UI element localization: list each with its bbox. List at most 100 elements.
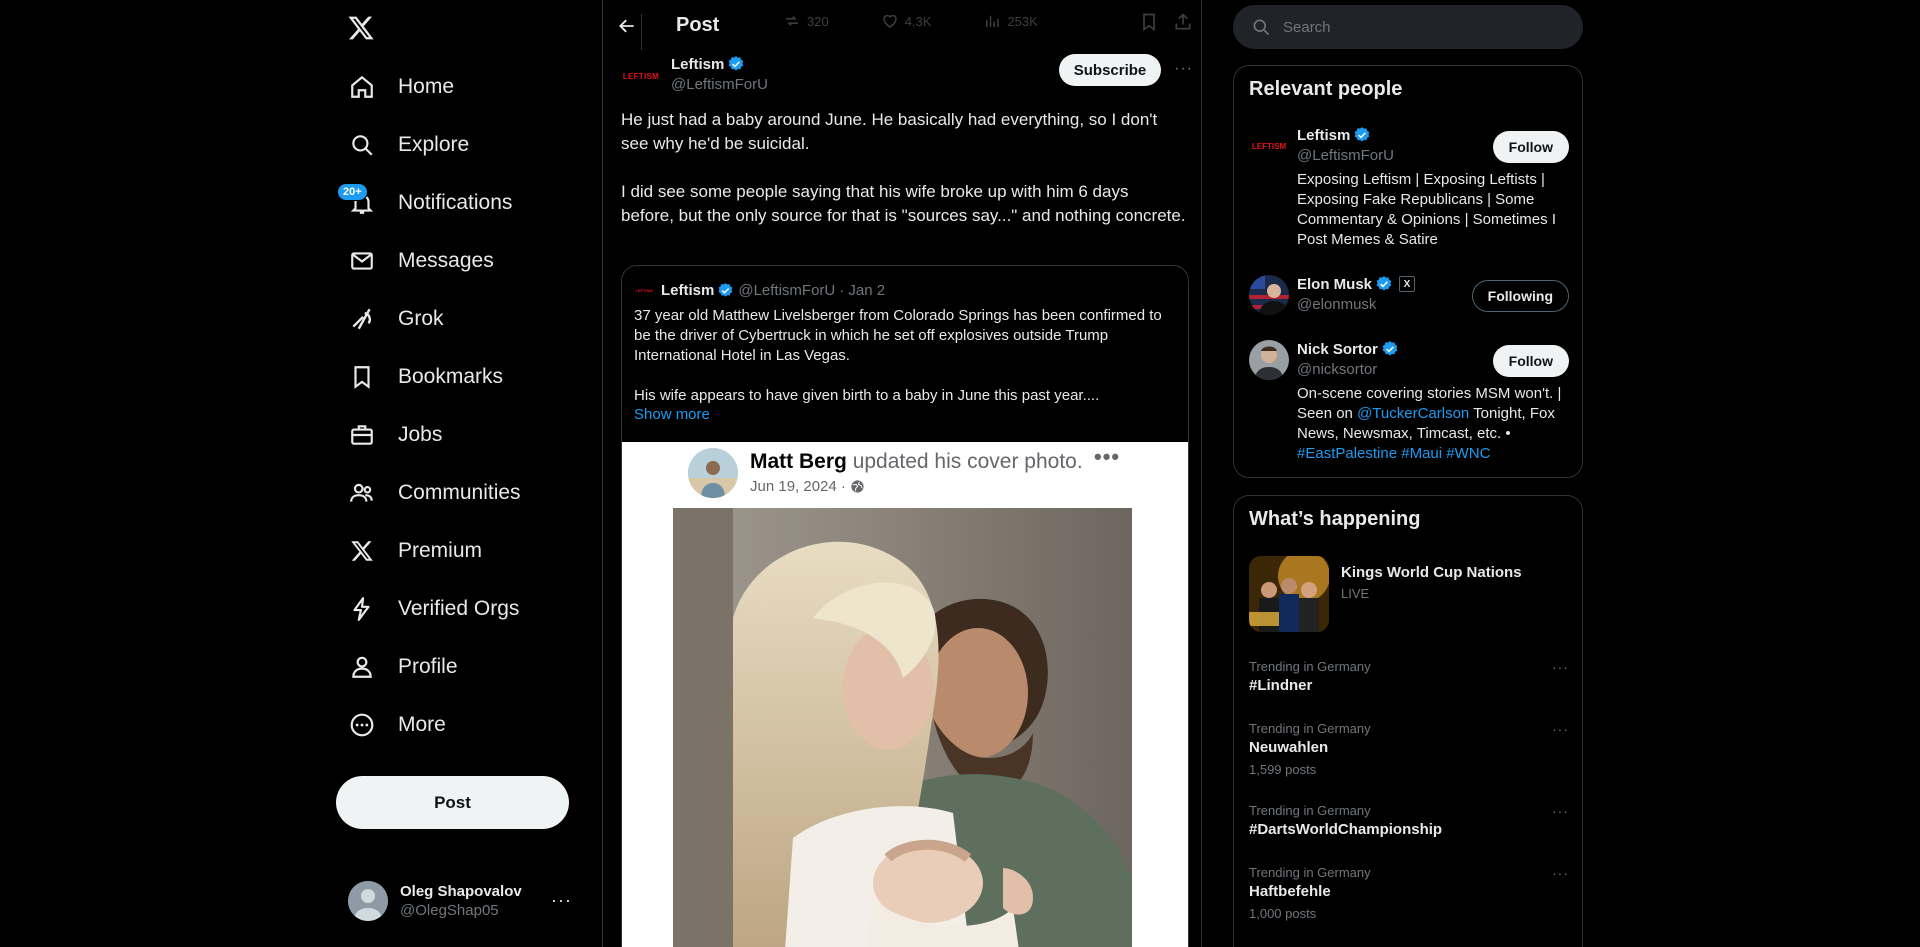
nav-more[interactable]: More	[336, 696, 533, 754]
show-more-link[interactable]: Show more	[634, 406, 710, 423]
avatar	[1249, 340, 1289, 380]
quoted-post[interactable]: LEFTISM Leftism @LeftismForU · Jan 2 37 …	[621, 265, 1189, 947]
search-input[interactable]	[1283, 18, 1563, 36]
page-title: Post	[676, 14, 720, 36]
bookmark-icon	[1143, 13, 1155, 32]
nav-label: Premium	[398, 539, 483, 562]
nav-profile[interactable]: Profile	[336, 638, 533, 696]
post-author-handle[interactable]: @LeftismForU	[671, 76, 768, 93]
trend-item[interactable]: Trending in Germany Neuwahlen 1,599 post…	[1249, 721, 1569, 777]
share-icon	[1175, 13, 1191, 30]
person-card[interactable]: LEFTISM Leftism @LeftismForU Follow Expo…	[1249, 126, 1569, 256]
embed-date-line: Jun 19, 2024 ·	[750, 478, 865, 495]
nav-premium[interactable]: Premium	[336, 522, 533, 580]
nav-verified-orgs[interactable]: Verified Orgs	[336, 580, 533, 638]
bookmark-icon	[348, 363, 376, 391]
grok-icon	[348, 305, 376, 333]
trend-name: #Lindner	[1249, 677, 1313, 694]
person-name-text: Nick Sortor	[1297, 340, 1378, 358]
faded-share-group	[1139, 12, 1193, 32]
post-author-row: LEFTISM Leftism @LeftismForU Subscribe ·…	[621, 54, 1193, 98]
person-card[interactable]: Nick Sortor @nicksortor Follow On-scene …	[1249, 340, 1569, 470]
event-name: Kings World Cup Nations	[1341, 564, 1522, 581]
trend-post-count: 1,599 posts	[1249, 762, 1317, 777]
more-icon[interactable]: ···	[1174, 60, 1193, 78]
live-event[interactable]: Kings World Cup Nations LIVE	[1249, 556, 1569, 632]
search-icon	[348, 131, 376, 159]
trend-item[interactable]: Trending in Germany Haftbefehle 1,000 po…	[1249, 865, 1569, 921]
verified-badge-icon	[718, 282, 733, 297]
nav-label: Explore	[398, 133, 470, 156]
subscribe-button[interactable]: Subscribe	[1059, 54, 1161, 86]
nav-grok[interactable]: Grok	[336, 290, 533, 348]
nav-explore[interactable]: Explore	[336, 116, 533, 174]
nav-label: Messages	[398, 249, 494, 272]
account-handle: @OlegShap05	[400, 902, 499, 919]
nav-messages[interactable]: Messages	[336, 232, 533, 290]
event-thumbnail	[1249, 556, 1329, 632]
embed-date: Jun 19, 2024 ·	[750, 478, 846, 495]
back-arrow-icon[interactable]	[613, 12, 641, 40]
person-icon	[348, 653, 376, 681]
person-name-text: Elon Musk	[1297, 275, 1373, 293]
post-paragraph: He just had a baby around June. He basic…	[621, 110, 1158, 153]
hashtag-links[interactable]: #EastPalestine #Maui #WNC	[1297, 445, 1490, 462]
verified-badge-icon	[1382, 341, 1398, 356]
avatar-text: LEFTISM	[635, 287, 653, 293]
post-author-name[interactable]: Leftism	[671, 55, 745, 73]
more-icon[interactable]: ···	[1552, 659, 1569, 675]
nav-notifications[interactable]: 20+ Notifications	[336, 174, 533, 232]
more-icon[interactable]: ···	[1552, 803, 1569, 819]
author-name-text: Leftism	[671, 55, 725, 73]
globe-icon	[851, 480, 864, 493]
affiliate-x-badge: X	[1399, 276, 1416, 292]
notification-badge: 20+	[337, 183, 368, 201]
follow-button[interactable]: Follow	[1492, 345, 1569, 377]
nav-home[interactable]: Home	[336, 58, 533, 116]
faded-action-bar: 320 4.3K 253K	[783, 12, 1090, 30]
whats-happening-panel: What’s happening Kings World Cup Nations…	[1233, 495, 1583, 947]
post-body: He just had a baby around June. He basic…	[621, 108, 1186, 228]
embedded-photo[interactable]: Matt Berg updated his cover photo. Jun 1…	[622, 442, 1188, 947]
avatar[interactable]: LEFTISM	[621, 56, 661, 96]
nav-label: Home	[398, 75, 455, 98]
following-button[interactable]: Following	[1471, 280, 1569, 312]
trend-item[interactable]: Trending in Germany #DartsWorldChampions…	[1249, 803, 1569, 838]
more-icon[interactable]: ···	[1552, 865, 1569, 881]
nav-jobs[interactable]: Jobs	[336, 406, 533, 464]
embed-action: updated his cover photo.	[852, 450, 1083, 473]
person-name-text: Leftism	[1297, 126, 1351, 144]
x-logo-icon	[348, 537, 376, 565]
x-logo-icon[interactable]	[343, 10, 379, 46]
mention-link[interactable]: @TuckerCarlson	[1357, 405, 1469, 422]
nav-communities[interactable]: Communities	[336, 464, 533, 522]
person-card[interactable]: Elon Musk X @elonmusk Following	[1249, 275, 1569, 323]
trend-context: Trending in Germany	[1249, 803, 1371, 818]
family-photo	[673, 508, 1132, 947]
embed-more-icon: •••	[1094, 444, 1121, 469]
search-bar[interactable]	[1233, 5, 1583, 49]
person-name: Leftism	[1297, 126, 1371, 144]
quoted-author-name: Leftism	[661, 281, 715, 299]
trend-context: Trending in Germany	[1249, 721, 1371, 736]
follow-button[interactable]: Follow	[1492, 131, 1569, 163]
more-icon[interactable]: ···	[551, 890, 572, 911]
nav-label: Profile	[398, 655, 458, 678]
nav-label: More	[398, 713, 446, 736]
avatar-text: LEFTISM	[622, 71, 660, 81]
more-icon[interactable]: ···	[1552, 721, 1569, 737]
account-switcher[interactable]: Oleg Shapovalov @OlegShap05 ···	[336, 870, 586, 932]
quoted-author-handle: @LeftismForU	[738, 281, 836, 299]
post-button[interactable]: Post	[336, 776, 569, 829]
quoted-body: 37 year old Matthew Livelsberger from Co…	[634, 306, 1174, 406]
quoted-paragraph: His wife appears to have given birth to …	[634, 387, 1100, 404]
trend-item[interactable]: Trending in Germany #Lindner ···	[1249, 659, 1569, 694]
more-circle-icon	[348, 711, 376, 739]
nav-bookmarks[interactable]: Bookmarks	[336, 348, 533, 406]
lightning-icon	[348, 595, 376, 623]
home-icon	[348, 73, 376, 101]
search-icon	[1253, 19, 1270, 36]
person-name: Nick Sortor	[1297, 340, 1399, 358]
avatar: LEFTISM	[634, 280, 654, 300]
like-count: 4.3K	[904, 13, 932, 29]
